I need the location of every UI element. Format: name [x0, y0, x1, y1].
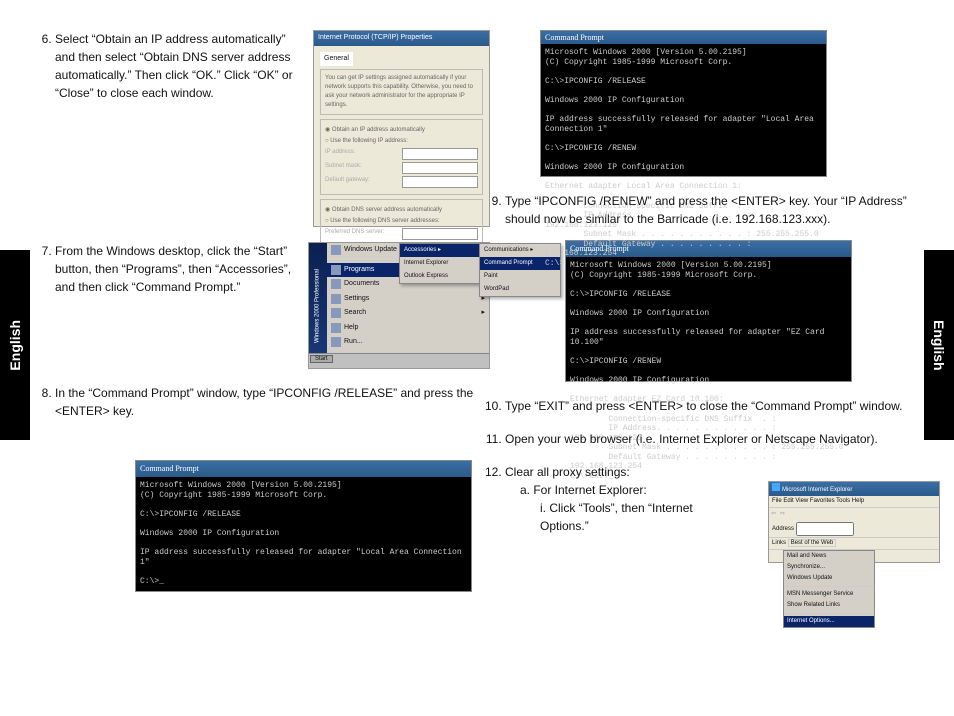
forward-icon[interactable]: ⇨: [780, 510, 785, 519]
ip-label: IP address:: [325, 148, 355, 160]
run-item[interactable]: Run...: [327, 335, 489, 350]
step-12a: Microsoft Internet Explorer File Edit Vi…: [520, 481, 940, 535]
cmd-title: Command Prompt: [136, 461, 471, 477]
step-12: Clear all proxy settings: Microsoft Inte…: [505, 463, 940, 535]
step-8-text: In the “Command Prompt” window, type “IP…: [55, 384, 490, 420]
search-item[interactable]: Search▸: [327, 306, 489, 321]
folder-icon: [331, 265, 341, 275]
links-label: Links: [772, 540, 786, 546]
tools-dropdown: Mail and News Synchronize... Windows Upd…: [783, 550, 875, 628]
step-9-text: Type “IPCONFIG /RENEW” and press the <EN…: [505, 192, 940, 228]
windows-update-item[interactable]: Windows Update: [784, 573, 874, 584]
doc-icon: [331, 279, 341, 289]
address-input[interactable]: [796, 522, 854, 536]
ie-icon: [772, 483, 780, 491]
globe-icon: [331, 245, 341, 255]
subnet-input: [402, 162, 478, 174]
programs-submenu: Accessories ▸ Internet Explorer Outlook …: [399, 243, 481, 284]
start-menu-image: Windows 2000 Professional Windows Update…: [308, 242, 490, 369]
best-of-web-link[interactable]: Best of the Web: [788, 539, 837, 547]
gateway-label: Default gateway:: [325, 176, 370, 188]
gateway-input: [402, 176, 478, 188]
command-prompt-exit: Command Prompt Microsoft Windows 2000 [V…: [565, 240, 852, 382]
subnet-label: Subnet mask:: [325, 162, 362, 174]
gear-icon: [331, 294, 341, 304]
step-9: Type “IPCONFIG /RENEW” and press the <EN…: [505, 192, 940, 382]
dialog-desc: You can get IP settings assigned automat…: [325, 74, 478, 110]
taskbar: Start: [309, 353, 489, 368]
step-12ai-text: i. Click “Tools”, then “Internet Options…: [540, 499, 720, 535]
ie-tools-menu-image: Microsoft Internet Explorer File Edit Vi…: [768, 481, 940, 563]
internet-options-item[interactable]: Internet Options...: [784, 616, 874, 627]
dialog-title: Internet Protocol (TCP/IP) Properties: [314, 31, 489, 46]
address-label: Address: [772, 526, 794, 532]
related-links-item[interactable]: Show Related Links: [784, 600, 874, 611]
step-6-text: Select “Obtain an IP address automatical…: [55, 30, 298, 102]
help-item[interactable]: Help: [327, 321, 489, 336]
step-12a-text: a. For Internet Explorer:: [520, 483, 647, 497]
oe-item[interactable]: Outlook Express: [400, 270, 480, 283]
obtain-dns-auto-radio[interactable]: ◉ Obtain DNS server address automaticall…: [325, 206, 478, 215]
right-column: Command Prompt Microsoft Windows 2000 [V…: [480, 30, 940, 563]
step-11: Open your web browser (i.e. Internet Exp…: [505, 430, 940, 448]
use-ip-radio[interactable]: ○ Use the following IP address:: [325, 137, 478, 146]
pref-dns-input: [402, 228, 478, 240]
cmd-title: Command Prompt: [541, 31, 826, 44]
step-7-text: From the Windows desktop, click the “Sta…: [55, 242, 293, 296]
accessories-item[interactable]: Accessories ▸: [400, 244, 480, 257]
ip-input: [402, 148, 478, 160]
synchronize-item[interactable]: Synchronize...: [784, 562, 874, 573]
mail-news-item[interactable]: Mail and News: [784, 551, 874, 562]
step-6: Select “Obtain an IP address automatical…: [55, 30, 490, 227]
command-prompt-release: Command Prompt Microsoft Windows 2000 [V…: [135, 460, 472, 592]
step-7: From the Windows desktop, click the “Sta…: [55, 242, 490, 369]
language-tab-left: English: [0, 250, 30, 440]
step-12-text: Clear all proxy settings:: [505, 465, 630, 479]
general-tab[interactable]: General: [320, 52, 353, 67]
language-label: English: [7, 320, 23, 371]
pref-dns-label: Preferred DNS server:: [325, 228, 384, 240]
tcp-ip-dialog: Internet Protocol (TCP/IP) Properties Ge…: [313, 30, 490, 227]
step-8: In the “Command Prompt” window, type “IP…: [55, 384, 490, 592]
run-icon: [331, 337, 341, 347]
back-icon[interactable]: ⇦: [771, 510, 776, 519]
obtain-ip-auto-radio[interactable]: ◉ Obtain an IP address automatically: [325, 126, 478, 135]
help-icon: [331, 323, 341, 333]
use-dns-radio[interactable]: ○ Use the following DNS server addresses…: [325, 217, 478, 226]
left-column: Select “Obtain an IP address automatical…: [30, 30, 490, 607]
ie-item[interactable]: Internet Explorer: [400, 257, 480, 270]
settings-item[interactable]: Settings▸: [327, 292, 489, 307]
msn-messenger-item[interactable]: MSN Messenger Service: [784, 589, 874, 600]
start-edition: Windows 2000 Professional: [309, 243, 327, 368]
ie-menubar[interactable]: File Edit View Favorites Tools Help: [769, 496, 939, 508]
start-button[interactable]: Start: [310, 355, 333, 363]
step-10: Type “EXIT” and press <ENTER> to close t…: [505, 397, 940, 415]
search-icon: [331, 308, 341, 318]
ie-title: Microsoft Internet Explorer: [782, 487, 852, 493]
command-prompt-renew: Command Prompt Microsoft Windows 2000 [V…: [540, 30, 827, 177]
